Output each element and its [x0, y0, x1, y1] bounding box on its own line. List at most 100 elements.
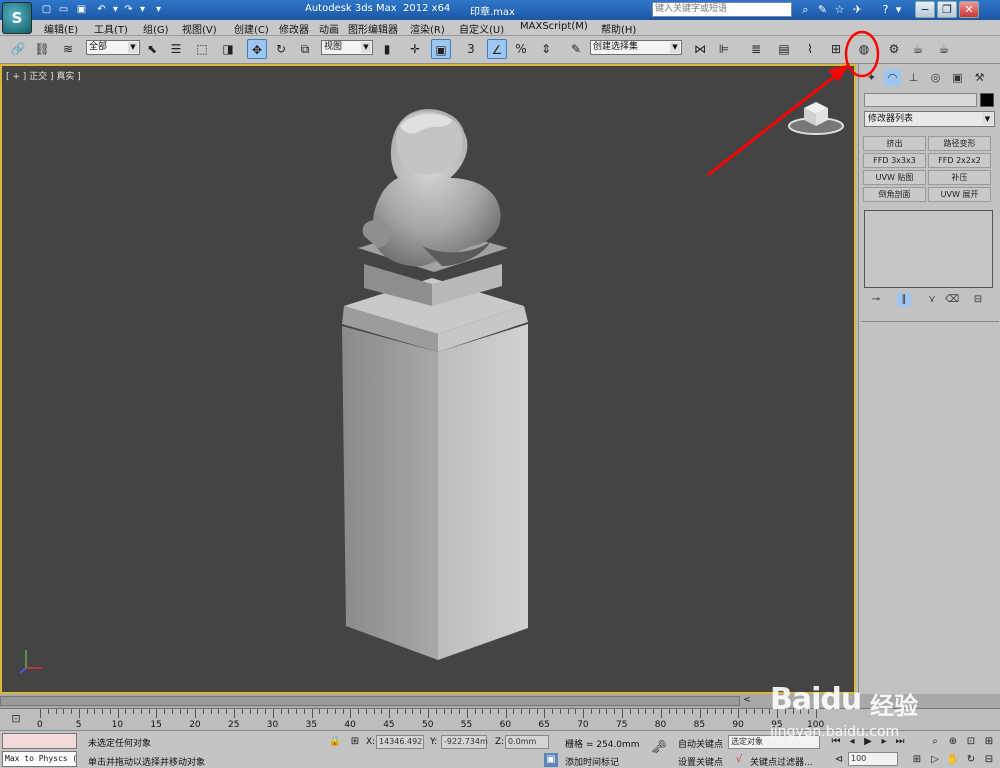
- auto-key-button[interactable]: 自动关键点: [678, 737, 723, 750]
- modifier-button-bevel-profile[interactable]: 倒角剖面: [863, 187, 926, 202]
- configure-modifier-sets-icon[interactable]: ⊟: [971, 293, 985, 307]
- help-dropdown-icon[interactable]: ▾: [891, 2, 906, 17]
- menu-edit[interactable]: 编辑(E): [44, 21, 78, 36]
- menu-create[interactable]: 创建(C): [234, 21, 269, 36]
- menu-rendering[interactable]: 渲染(R): [410, 21, 445, 36]
- current-frame-field[interactable]: 100: [848, 752, 898, 766]
- percent-snap-icon[interactable]: %: [511, 39, 531, 59]
- modify-tab-icon[interactable]: ◠: [884, 69, 901, 86]
- object-name-field[interactable]: [864, 93, 977, 107]
- modifier-button-uvw-map[interactable]: UVW 贴图: [863, 170, 926, 185]
- object-color-swatch[interactable]: [980, 93, 994, 107]
- schematic-view-icon[interactable]: ⊞: [826, 39, 846, 59]
- save-icon[interactable]: ▣: [75, 3, 88, 16]
- star-icon[interactable]: ☆: [832, 2, 847, 17]
- perspective-viewport[interactable]: [ + ] 正交 ] 真实 ]: [0, 64, 856, 694]
- select-object-icon[interactable]: ⬉: [142, 39, 162, 59]
- rectangular-selection-icon[interactable]: ⬚: [192, 39, 212, 59]
- tools-icon[interactable]: ✎: [815, 2, 830, 17]
- y-coord-field[interactable]: -922.734m: [441, 735, 488, 749]
- pivot-center-icon[interactable]: ▮: [377, 39, 397, 59]
- z-coord-field[interactable]: 0.0mm: [505, 735, 549, 749]
- orbit-icon[interactable]: ↻: [964, 753, 978, 767]
- render-setup-icon[interactable]: ⚙: [884, 39, 904, 59]
- maximize-viewport-icon[interactable]: ⊟: [982, 753, 996, 767]
- menu-tools[interactable]: 工具(T): [94, 21, 128, 36]
- render-production-icon[interactable]: ☕: [934, 39, 954, 59]
- minimize-button[interactable]: −: [915, 1, 935, 18]
- modifier-button-ffd3[interactable]: FFD 3x3x3: [863, 153, 926, 168]
- material-editor-icon[interactable]: ◍: [854, 39, 874, 59]
- hierarchy-tab-icon[interactable]: ⊥: [905, 69, 922, 86]
- motion-tab-icon[interactable]: ◎: [927, 69, 944, 86]
- utilities-tab-icon[interactable]: ⚒: [971, 69, 988, 86]
- select-and-move-icon[interactable]: ✥: [247, 39, 267, 59]
- select-and-rotate-icon[interactable]: ↻: [271, 39, 291, 59]
- search-input[interactable]: 键入关键字或短语: [652, 2, 792, 17]
- modifier-button-squeeze[interactable]: 补压: [928, 170, 991, 185]
- menu-animation[interactable]: 动画: [319, 21, 339, 36]
- show-end-result-icon[interactable]: ∥: [897, 293, 911, 307]
- quick-access-menu-icon[interactable]: ▾: [152, 3, 165, 16]
- add-time-tag-label[interactable]: 添加时间标记: [565, 755, 619, 768]
- prev-frame-icon[interactable]: <: [740, 695, 754, 707]
- key-filters-button[interactable]: 关键点过滤器...: [750, 755, 813, 768]
- undo-icon[interactable]: ↶: [95, 3, 108, 16]
- reference-coord-dropdown[interactable]: 视图 ▼: [321, 40, 373, 55]
- mirror-icon[interactable]: ⋈: [690, 39, 710, 59]
- open-file-icon[interactable]: ▭: [57, 3, 70, 16]
- layer-manager-icon[interactable]: ≣: [746, 39, 766, 59]
- key-mode-toggle-icon[interactable]: ⊲: [832, 753, 846, 767]
- transform-mode-icon[interactable]: ⊞: [348, 735, 362, 749]
- pan-icon[interactable]: ✋: [946, 753, 960, 767]
- key-filter-icon[interactable]: √: [732, 753, 746, 767]
- modifier-button-ffd2[interactable]: FFD 2x2x2: [928, 153, 991, 168]
- angle-snap-icon[interactable]: ∠: [487, 39, 507, 59]
- select-and-scale-icon[interactable]: ⧉: [295, 39, 315, 59]
- menu-customize[interactable]: 自定义(U): [459, 21, 504, 36]
- maximize-button[interactable]: ❐: [937, 1, 957, 18]
- modifier-button-uvw-unwrap[interactable]: UVW 展开: [928, 187, 991, 202]
- link-icon[interactable]: 🔗: [8, 39, 28, 59]
- redo-icon[interactable]: ↷: [122, 3, 135, 16]
- curve-editor-icon[interactable]: ⌇: [800, 39, 820, 59]
- redo-dropdown-icon[interactable]: ▾: [136, 3, 149, 16]
- modifier-list-dropdown[interactable]: 修改器列表 ▼: [864, 111, 995, 127]
- make-unique-icon[interactable]: ⋎: [925, 293, 939, 307]
- viewcube[interactable]: [788, 96, 844, 136]
- keyboard-shortcut-override-icon[interactable]: ▣: [431, 39, 451, 59]
- graphite-ribbon-icon[interactable]: ▤: [774, 39, 794, 59]
- binoculars-icon[interactable]: ⌕: [798, 2, 813, 17]
- seal-model[interactable]: [2, 66, 854, 692]
- key-icon[interactable]: 🗝: [648, 741, 670, 755]
- select-by-name-icon[interactable]: ☰: [166, 39, 186, 59]
- lock-selection-icon[interactable]: 🔒: [328, 735, 342, 749]
- x-coord-field[interactable]: 14346.492: [376, 735, 424, 749]
- menu-views[interactable]: 视图(V): [182, 21, 217, 36]
- time-slider-track[interactable]: [0, 696, 740, 706]
- modifier-button-path-deform[interactable]: 路径变形: [928, 136, 991, 151]
- menu-group[interactable]: 组(G): [143, 21, 169, 36]
- zoom-extents-all-icon[interactable]: ⊞: [982, 735, 996, 749]
- create-tab-icon[interactable]: ✦: [863, 69, 880, 86]
- app-logo-icon[interactable]: S: [2, 2, 32, 34]
- maxscript-listener-input[interactable]: [2, 733, 77, 749]
- field-of-view-icon[interactable]: ▷: [928, 753, 942, 767]
- rendered-frame-window-icon[interactable]: ☕: [908, 39, 928, 59]
- menu-help[interactable]: 帮助(H): [601, 21, 636, 36]
- close-button[interactable]: ✕: [959, 1, 979, 18]
- align-icon[interactable]: ⊫: [714, 39, 734, 59]
- window-crossing-icon[interactable]: ◨: [218, 39, 238, 59]
- display-tab-icon[interactable]: ▣: [949, 69, 966, 86]
- zoom-extents-icon[interactable]: ⊡: [964, 735, 978, 749]
- unlink-icon[interactable]: ⛓: [32, 39, 52, 59]
- spinner-snap-icon[interactable]: ⇕: [536, 39, 556, 59]
- remove-modifier-icon[interactable]: ⌫: [945, 293, 959, 307]
- pin-stack-icon[interactable]: ⊸: [869, 293, 883, 307]
- modifier-button-extrude[interactable]: 挤出: [863, 136, 926, 151]
- undo-dropdown-icon[interactable]: ▾: [109, 3, 122, 16]
- new-file-icon[interactable]: ▢: [40, 3, 53, 16]
- named-selection-dropdown[interactable]: 创建选择集 ▼: [590, 40, 682, 55]
- edit-named-selection-icon[interactable]: ✎: [566, 39, 586, 59]
- time-config-icon[interactable]: ⊞: [910, 753, 924, 767]
